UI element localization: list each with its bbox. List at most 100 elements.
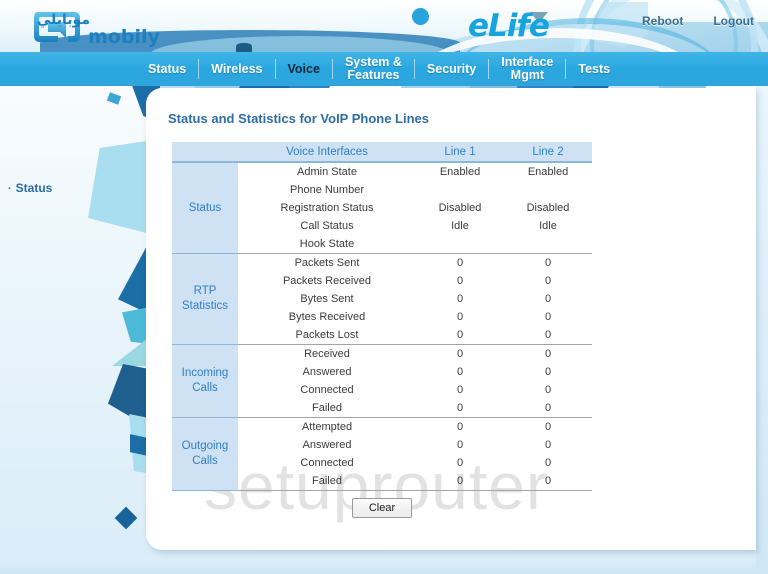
table-cell-line2: 0	[544, 384, 552, 396]
nav-item-interface-mgmt[interactable]: Interface Mgmt	[489, 56, 565, 82]
table-row-label: Packets Sent	[294, 257, 360, 269]
table-row: Incoming Calls Received 0 0	[172, 344, 592, 418]
table-header-line-1: Line 1	[416, 142, 504, 163]
clear-button[interactable]: Clear	[351, 498, 413, 518]
right-edge-strip	[756, 86, 768, 574]
table-header-row: Voice Interfaces Line 1 Line 2	[172, 142, 592, 163]
table-cell-line1: 0	[456, 257, 464, 269]
nav-item-voice[interactable]: Voice	[276, 62, 332, 76]
nav-item-wireless[interactable]: Wireless	[199, 62, 274, 76]
table-cell-line2: Enabled	[527, 166, 569, 178]
nav-item-status[interactable]: Status	[136, 62, 198, 76]
table-row-label: Call Status	[300, 220, 354, 232]
content-panel: setuprouter Status and Statistics for Vo…	[146, 88, 756, 550]
mobily-logo[interactable]: موبايلي mobily	[32, 6, 182, 48]
nav-item-tests[interactable]: Tests	[566, 62, 622, 76]
table-row: Status Admin State Enabled Enabled	[172, 162, 592, 254]
table-row-label: Bytes Received	[288, 311, 366, 323]
table-row-label: Admin State	[297, 166, 357, 178]
table-row: Outgoing Calls Attempted 0 0	[172, 417, 592, 491]
table-cell-line2: 0	[504, 326, 592, 345]
table-group-label: Incoming Calls	[172, 344, 238, 418]
table-header-line-2: Line 2	[504, 142, 592, 163]
table-cell-line1: 0	[416, 399, 504, 418]
bottom-edge-strip	[0, 558, 768, 574]
table-row: RTP Statistics Packets Sent 0 0	[172, 253, 592, 345]
table-cell-line1: 0	[456, 457, 464, 469]
table-row-label: Answered	[302, 439, 352, 451]
table-cell-line1: 0	[456, 439, 464, 451]
table-cell-line1: Idle	[451, 220, 469, 232]
svg-text:موبايلي: موبايلي	[37, 12, 90, 28]
main-navigation: Status Wireless Voice System & Features Secu…	[0, 52, 768, 86]
svg-text:mobily: mobily	[88, 26, 160, 48]
table-cell-line1: 0	[456, 384, 464, 396]
header-decor-dot	[412, 8, 429, 25]
voip-status-table: Voice Interfaces Line 1 Line 2 Status Admin…	[172, 142, 592, 491]
header-decor-hexagon	[588, 2, 648, 48]
table-header-voice-interfaces: Voice Interfaces	[238, 142, 416, 163]
table-cell-line1: 0	[456, 348, 464, 360]
sidebar-menu: · Status	[8, 181, 52, 195]
elife-logo-text: eLife	[468, 8, 550, 44]
bullet-icon: ·	[8, 183, 12, 195]
sidebar: · Status	[0, 86, 160, 574]
table-row-label: Failed	[238, 472, 416, 491]
table-cell-line2: 0	[544, 421, 552, 433]
header-decor-wave-mid	[150, 36, 450, 52]
table-cell-line2: Idle	[539, 220, 557, 232]
reboot-link[interactable]: Reboot	[642, 14, 683, 28]
nav-item-list: Status Wireless Voice System & Features Secu…	[136, 52, 622, 86]
table-group-label: RTP Statistics	[172, 253, 238, 345]
sidebar-item-status[interactable]: · Status	[8, 181, 52, 195]
table-cell-line2: 0	[544, 311, 552, 323]
table-row-label: Answered	[302, 366, 352, 378]
table-row-label: Hook State	[238, 235, 416, 254]
table-row-label: Received	[304, 348, 350, 360]
table-cell-line2: 0	[544, 348, 552, 360]
logout-link[interactable]: Logout	[713, 14, 754, 28]
table-row-label: Packets Lost	[238, 326, 416, 345]
table-cell-line1: Disabled	[438, 202, 482, 214]
table-row-label: Attempted	[301, 421, 353, 433]
sidebar-decor-10	[114, 506, 138, 530]
table-cell-line2: 0	[504, 399, 592, 418]
sidebar-item-label: Status	[15, 181, 53, 195]
table-cell-line1	[416, 181, 504, 199]
table-cell-line2: 0	[544, 275, 552, 287]
table-group-label: Outgoing Calls	[172, 417, 238, 491]
table-row-label: Failed	[238, 399, 416, 418]
table-cell-line2	[504, 181, 592, 199]
table-cell-line2: 0	[544, 439, 552, 451]
table-row-label: Packets Received	[282, 275, 372, 287]
table-cell-line2: 0	[544, 257, 552, 269]
table-cell-line1: 0	[456, 275, 464, 287]
table-cell-line1: 0	[456, 366, 464, 378]
sidebar-decor-1	[106, 92, 122, 105]
table-cell-line1: 0	[456, 421, 464, 433]
page-title: Status and Statistics for VoIP Phone Lin…	[168, 111, 430, 126]
table-cell-line1: 0	[456, 293, 464, 305]
header-banner: موبايلي mobily eLife Reboot Logout	[0, 0, 768, 52]
table-row-label: Connected	[300, 457, 354, 469]
table-cell-line2	[504, 235, 592, 254]
table-row-label: Registration Status	[280, 202, 374, 214]
page-root: موبايلي mobily eLife Reboot Logout Statu…	[0, 0, 768, 574]
table-cell-line2: 0	[544, 366, 552, 378]
header-decor-blob	[236, 43, 252, 52]
header-links: Reboot Logout	[642, 14, 754, 28]
button-row: Clear	[172, 498, 592, 518]
table-body: Status Admin State Enabled Enabled Phone Num…	[172, 162, 592, 491]
nav-item-system-features[interactable]: System & Features	[333, 56, 414, 82]
table-group-label: Status	[172, 162, 238, 254]
table-row-label: Phone Number	[290, 184, 364, 196]
table-head: Voice Interfaces Line 1 Line 2	[172, 142, 592, 163]
table-cell-line1	[416, 235, 504, 254]
table-cell-line1: 0	[456, 311, 464, 323]
nav-item-security[interactable]: Security	[415, 62, 488, 76]
table-cell-line2: 0	[544, 457, 552, 469]
table-row-label: Bytes Sent	[300, 293, 354, 305]
table-cell-line1: Enabled	[439, 166, 481, 178]
elife-logo: eLife	[468, 6, 578, 46]
table-cell-line2: 0	[504, 472, 592, 491]
